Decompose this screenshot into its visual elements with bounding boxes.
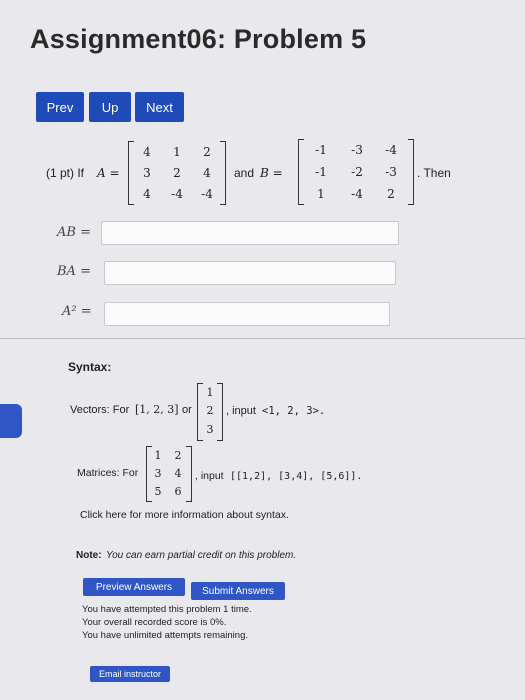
answer-label-ab: AB = bbox=[57, 225, 91, 240]
syntax-matrix-cell: 1 bbox=[154, 449, 162, 462]
page-title: Assignment06: Problem 5 bbox=[30, 24, 367, 54]
answer-a-squared-input[interactable] bbox=[104, 302, 390, 326]
status-score: Your overall recorded score is 0%. bbox=[82, 617, 227, 628]
syntax-help-link[interactable]: Click here for more information about sy… bbox=[80, 509, 289, 521]
syntax-matrix-cell: 4 bbox=[174, 467, 182, 480]
matrix-a-cell: 4 bbox=[143, 187, 151, 201]
syntax-matrix-cell: 3 bbox=[154, 467, 162, 480]
answer-ab-input[interactable] bbox=[101, 221, 399, 245]
matrices-input-text: , input bbox=[195, 470, 224, 482]
vector-column-cell: 1 bbox=[206, 386, 214, 399]
matrix-b-label: B = bbox=[260, 166, 283, 180]
matrix-b-cell: -1 bbox=[315, 143, 327, 157]
status-remaining: You have unlimited attempts remaining. bbox=[82, 630, 248, 641]
vectors-prefix: Vectors: For bbox=[70, 404, 130, 416]
problem-prefix: (1 pt) If bbox=[46, 166, 85, 180]
syntax-matrix: 1 2 3 4 5 6 bbox=[146, 446, 192, 502]
answer-label-a-squared: A² = bbox=[62, 304, 92, 319]
note-label: Note: bbox=[76, 550, 102, 561]
matrices-prefix: Matrices: For bbox=[77, 467, 139, 479]
syntax-matrix-cell: 6 bbox=[174, 485, 182, 498]
vectors-code: <1, 2, 3>. bbox=[262, 405, 326, 417]
preview-answers-button[interactable]: Preview Answers bbox=[83, 578, 185, 596]
matrices-code: [[1,2], [3,4], [5,6]]. bbox=[230, 471, 363, 482]
answer-label-ba: BA = bbox=[57, 264, 91, 279]
matrix-a-cell: 4 bbox=[143, 145, 151, 159]
syntax-matrix-cell: 2 bbox=[174, 449, 182, 462]
matrix-b-cell: -3 bbox=[351, 143, 363, 157]
side-tab[interactable] bbox=[0, 404, 22, 438]
or-text: or bbox=[182, 404, 192, 416]
vector-column: 1 2 3 bbox=[197, 383, 223, 441]
matrix-b: -1 -3 -4 -1 -2 -3 1 -4 2 bbox=[298, 139, 414, 205]
matrix-b-cell: 2 bbox=[387, 187, 395, 201]
matrix-b-cell: 1 bbox=[317, 187, 325, 201]
vector-row: [1, 2, 3] bbox=[135, 403, 179, 416]
vectors-input-text: , input bbox=[226, 405, 256, 417]
syntax-matrix-cell: 5 bbox=[154, 485, 162, 498]
matrix-a-cell: 1 bbox=[173, 145, 181, 159]
matrix-a-cell: -4 bbox=[171, 187, 183, 201]
matrix-a-cell: 3 bbox=[143, 166, 151, 180]
matrix-b-cell: -3 bbox=[385, 165, 397, 179]
submit-answers-button[interactable]: Submit Answers bbox=[191, 582, 285, 600]
vector-column-cell: 2 bbox=[206, 404, 214, 417]
matrix-b-cell: -4 bbox=[385, 143, 397, 157]
page: Assignment06: Problem 5 Prev Up Next (1 … bbox=[0, 0, 525, 700]
matrix-b-cell: -2 bbox=[351, 165, 363, 179]
divider bbox=[0, 338, 525, 339]
then-text: . Then bbox=[417, 166, 451, 180]
matrix-b-cell: -4 bbox=[351, 187, 363, 201]
matrix-a-cell: -4 bbox=[201, 187, 213, 201]
email-instructor-button[interactable]: Email instructor bbox=[90, 666, 170, 682]
vector-column-cell: 3 bbox=[206, 423, 214, 436]
matrix-b-cell: -1 bbox=[315, 165, 327, 179]
matrix-a-label: A = bbox=[97, 166, 120, 180]
answer-ba-input[interactable] bbox=[104, 261, 396, 285]
note-text: You can earn partial credit on this prob… bbox=[106, 550, 297, 561]
matrix-a-cell: 2 bbox=[203, 145, 211, 159]
up-button[interactable]: Up bbox=[89, 92, 131, 122]
status-attempts: You have attempted this problem 1 time. bbox=[82, 604, 252, 615]
and-text: and bbox=[234, 166, 255, 180]
prev-button[interactable]: Prev bbox=[36, 92, 84, 122]
syntax-heading: Syntax: bbox=[68, 360, 112, 374]
matrix-a-cell: 2 bbox=[173, 166, 181, 180]
matrix-a-cell: 4 bbox=[203, 166, 211, 180]
matrix-a: 4 1 2 3 2 4 4 -4 -4 bbox=[128, 141, 226, 205]
next-button[interactable]: Next bbox=[135, 92, 184, 122]
